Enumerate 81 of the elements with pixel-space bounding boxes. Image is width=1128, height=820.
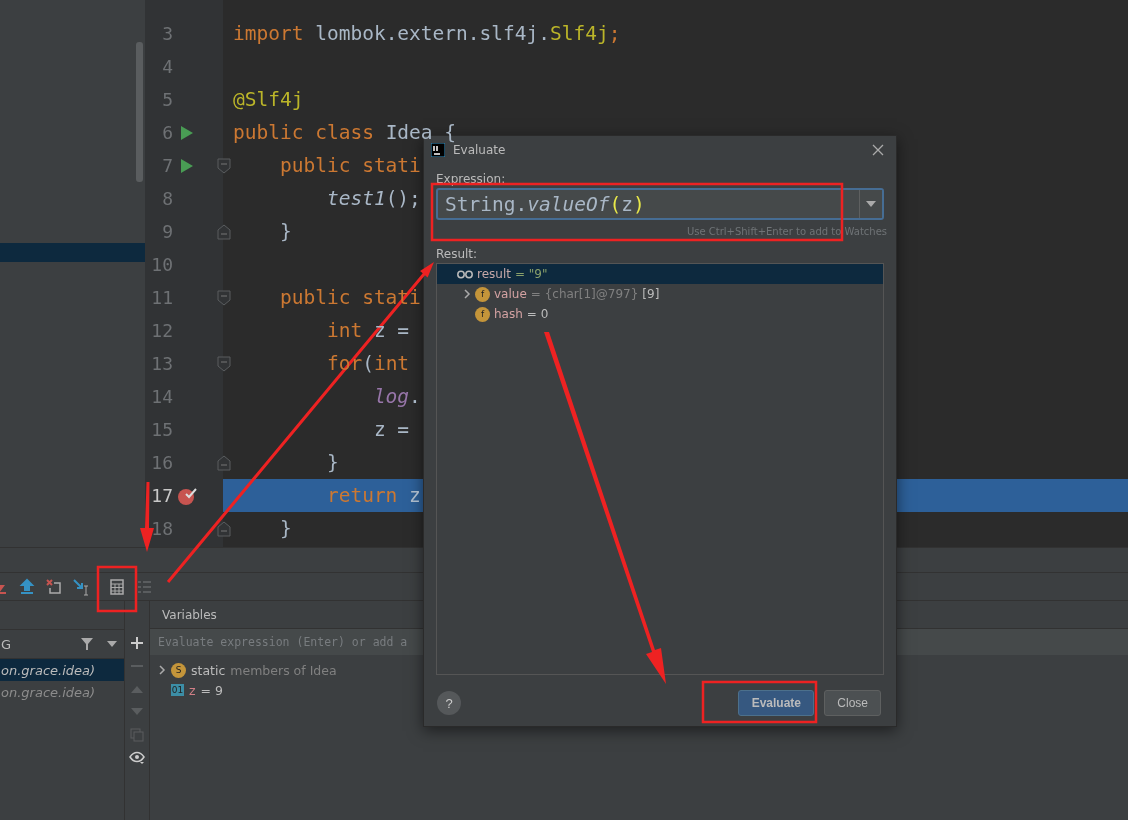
code-line: } [325,451,339,474]
annotation-frame [96,565,138,613]
close-button[interactable]: Close [824,690,881,716]
dropdown-icon[interactable] [106,640,118,648]
line-number: 7 [161,155,173,176]
line-number: 15 [150,419,173,440]
variable-name: z [189,682,196,698]
history-dropdown[interactable] [859,190,882,218]
code-line: public class Idea { [233,121,457,144]
help-button[interactable]: ? [437,691,461,715]
primitive-icon: 01 [171,684,184,696]
line-number: 5 [161,89,173,110]
code-line: public stati [278,154,421,177]
code-line: z = [372,418,410,441]
scrollbar[interactable] [136,42,143,182]
line-number: 3 [161,23,173,44]
run-icon[interactable] [180,124,194,141]
panel-title: Variables [162,607,217,622]
line-number: 13 [150,353,173,374]
thread-selector[interactable]: G [0,636,80,652]
caret-icon [866,201,876,207]
variable-value: = 9 [200,682,223,698]
variable-name: static [191,662,226,678]
field-label: Result: [436,247,479,261]
static-icon: S [171,662,186,678]
line-number: 6 [161,122,173,143]
result-value: [9] [642,287,660,301]
dialog-title: Evaluate [453,143,507,157]
stack-frame[interactable]: on.grace.idea) [0,659,124,681]
line-number: 11 [150,287,173,308]
code-line: } [278,220,292,243]
glasses-icon [457,269,473,279]
field-icon: f [475,306,490,322]
filter-icon[interactable] [80,637,94,651]
run-icon[interactable] [180,157,194,174]
app-logo-icon [431,143,445,157]
evaluate-button[interactable]: Evaluate [738,690,815,716]
result-row[interactable]: f value = {char[1]@797} [9] [437,284,883,304]
line-number: 9 [161,221,173,242]
chevron-icon[interactable] [463,289,471,299]
line-number: 17 [150,485,173,506]
fold-marker-icon[interactable] [217,289,231,306]
line-number: 8 [161,188,173,209]
line-number: 18 [150,518,173,539]
code-line: log. [372,385,421,408]
result-row[interactable]: f hash = 0 [437,304,883,324]
line-number: 14 [150,386,173,407]
field-label: Expression: [436,172,507,186]
code-line: @Slf4j [233,88,304,111]
line-number: 4 [161,56,173,77]
field-icon: f [475,286,490,302]
chevron-icon[interactable] [158,665,166,675]
annotation-arrow [140,482,154,552]
run-to-cursor-icon[interactable] [72,577,90,596]
drop-frame-icon[interactable] [45,577,63,596]
result-name: hash [494,307,523,321]
stack-frame[interactable]: on.grace.idea) [0,681,124,703]
result-name: value [494,287,527,301]
result-name: result [477,267,511,281]
fold-marker-icon[interactable] [217,355,231,372]
code-line: return z [325,484,421,507]
eye-icon[interactable] [129,751,145,765]
line-number: 10 [150,254,173,275]
result-value: = "9" [514,267,548,281]
result-type: = {char[1]@797} [530,287,639,301]
close-icon[interactable] [872,144,884,156]
code-line: } [278,517,292,540]
variable-value: members of Idea [230,662,337,678]
step-out-icon[interactable] [18,577,36,596]
code-line: import lombok.extern.slf4j.Slf4j; [233,22,621,45]
line-number: 16 [150,452,173,473]
expression-field[interactable]: String.valueOf(z) [436,188,884,220]
result-value: = 0 [526,307,549,321]
code-line: test1(); [325,187,421,210]
line-number: 12 [150,320,173,341]
fold-marker-icon[interactable] [217,454,231,471]
fold-marker-icon[interactable] [217,223,231,240]
add-icon[interactable] [130,636,144,650]
fold-marker-icon[interactable] [217,157,231,174]
calculator-icon[interactable] [108,577,126,596]
result-row[interactable]: result = "9" [437,264,883,284]
